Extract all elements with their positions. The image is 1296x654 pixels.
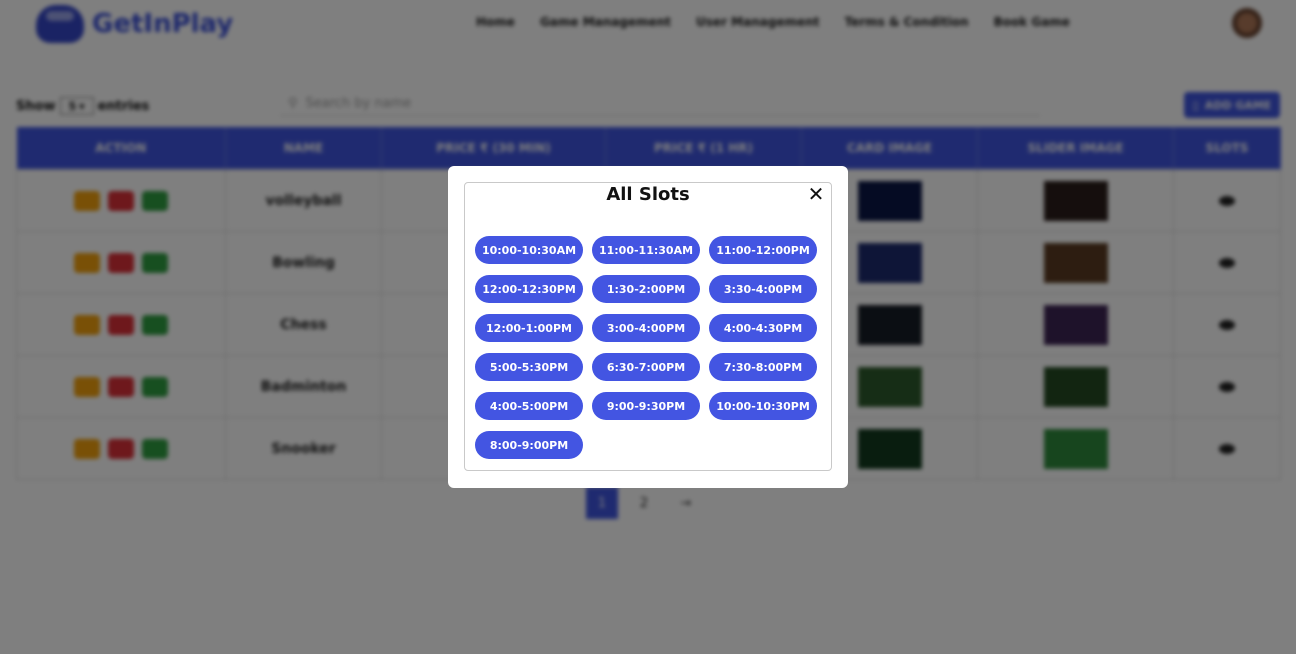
slot-button[interactable]: 12:00-12:30PM (475, 275, 583, 303)
slot-button[interactable]: 4:00-4:30PM (709, 314, 817, 342)
slot-button[interactable]: 4:00-5:00PM (475, 392, 583, 420)
slot-button[interactable]: 3:30-4:00PM (709, 275, 817, 303)
slot-button[interactable]: 1:30-2:00PM (592, 275, 700, 303)
slot-button[interactable]: 9:00-9:30PM (592, 392, 700, 420)
slot-button[interactable]: 11:00-11:30AM (592, 236, 700, 264)
slot-button[interactable]: 10:00-10:30PM (709, 392, 817, 420)
close-icon[interactable]: ✕ (805, 183, 827, 205)
modal-content: All Slots ✕ 10:00-10:30AM 11:00-11:30AM 11… (464, 182, 832, 471)
slot-button[interactable]: 7:30-8:00PM (709, 353, 817, 381)
slot-button[interactable]: 5:00-5:30PM (475, 353, 583, 381)
slot-button[interactable]: 11:00-12:00PM (709, 236, 817, 264)
slot-button[interactable]: 3:00-4:00PM (592, 314, 700, 342)
slot-button[interactable]: 8:00-9:00PM (475, 431, 583, 459)
slot-button[interactable]: 10:00-10:30AM (475, 236, 583, 264)
slot-button[interactable]: 6:30-7:00PM (592, 353, 700, 381)
modal-title: All Slots (606, 184, 690, 205)
all-slots-modal: All Slots ✕ 10:00-10:30AM 11:00-11:30AM 11… (448, 166, 848, 488)
slots-grid: 10:00-10:30AM 11:00-11:30AM 11:00-12:00PM 1… (475, 236, 820, 459)
slot-button[interactable]: 12:00-1:00PM (475, 314, 583, 342)
